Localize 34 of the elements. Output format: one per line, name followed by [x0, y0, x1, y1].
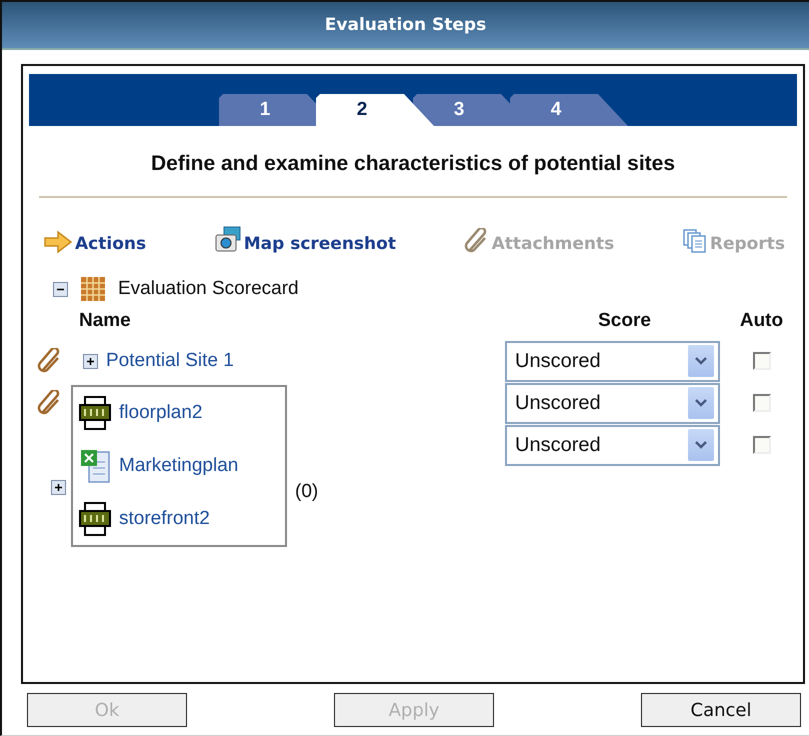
column-header: Name — [78, 310, 132, 332]
scorecard-label: Evaluation Scorecard — [118, 278, 299, 300]
arrow-icon — [43, 230, 73, 254]
image-file-icon — [79, 395, 111, 431]
score-dropdown[interactable]: Unscored — [505, 382, 720, 424]
grid-icon — [80, 276, 106, 302]
auto-checkbox[interactable] — [752, 352, 770, 370]
site-link[interactable]: Potential Site 1 — [106, 350, 234, 372]
camera-icon — [214, 226, 242, 254]
score-dropdown[interactable]: Unscored — [505, 340, 720, 382]
tab[interactable]: 4 — [510, 94, 628, 126]
expand-icon[interactable] — [51, 480, 66, 494]
score-dropdown[interactable]: Unscored — [505, 424, 720, 466]
toolbar-link[interactable]: Map screenshot — [214, 226, 396, 254]
attachment-link[interactable]: floorplan2 — [119, 402, 202, 424]
attachment-link[interactable]: storefront2 — [119, 508, 210, 530]
window-title: Evaluation Steps — [324, 15, 486, 35]
chevron-icon — [688, 387, 714, 419]
pages-icon — [682, 228, 708, 254]
auto-checkbox[interactable] — [752, 394, 770, 412]
attachment-link[interactable]: Marketingplan — [119, 455, 238, 477]
dialog-button[interactable]: Cancel — [641, 693, 801, 727]
chevron-icon — [688, 345, 714, 377]
toolbar-link[interactable]: Actions — [43, 226, 146, 254]
step-heading: Define and examine characteristics of potential sites — [150, 151, 676, 176]
column-header: Score — [597, 310, 651, 332]
image-file-icon — [79, 501, 111, 537]
auto-checkbox[interactable] — [752, 436, 770, 454]
spreadsheet-file-icon — [79, 448, 111, 484]
item-count: (0) — [294, 481, 318, 503]
expand-icon[interactable] — [83, 354, 98, 368]
chevron-icon — [688, 429, 714, 461]
column-header: Auto — [740, 310, 784, 332]
collapse-icon[interactable] — [53, 282, 68, 296]
